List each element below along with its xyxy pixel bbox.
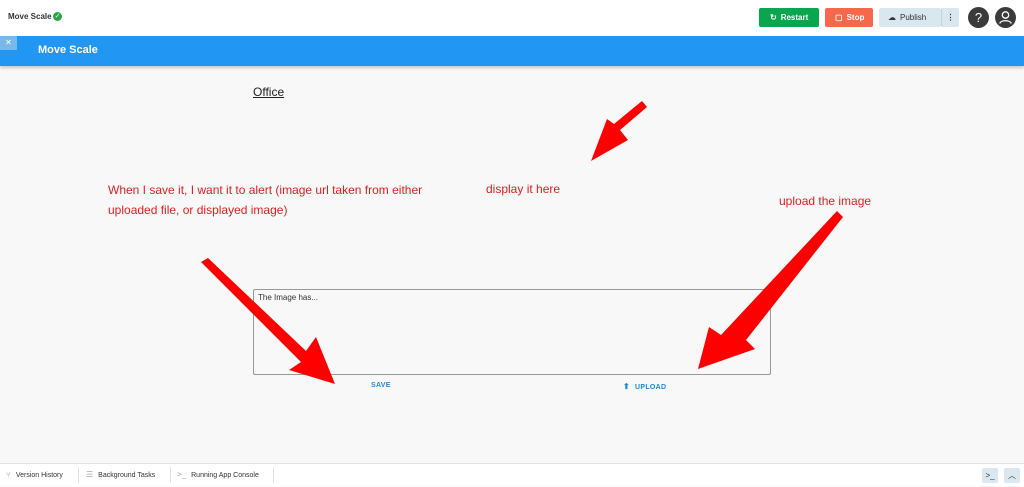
tab-divider (273, 467, 274, 483)
arrow-save (201, 258, 335, 384)
branch-icon: ⑂ (6, 470, 11, 479)
tab-version-history[interactable]: ⑂ Version History (6, 464, 63, 486)
tab-background-tasks-label: Background Tasks (98, 472, 156, 479)
tab-running-app-console[interactable]: >_ Running App Console (177, 464, 259, 486)
chevron-up-icon: ︿ (1008, 471, 1016, 480)
bottom-bar: ⑂ Version History ☰ Background Tasks >_ Run… (0, 463, 1024, 486)
annotation-arrows (201, 101, 843, 384)
expand-panel-button[interactable]: ︿ (1004, 468, 1020, 483)
arrow-display (591, 101, 647, 161)
console-icon: >_ (177, 470, 187, 479)
arrow-upload (698, 211, 843, 369)
tab-running-app-console-label: Running App Console (191, 472, 259, 479)
tasks-icon: ☰ (86, 470, 94, 479)
tab-divider (170, 467, 171, 483)
tab-divider (78, 467, 79, 483)
terminal-icon: >_ (985, 471, 995, 480)
terminal-button[interactable]: >_ (982, 468, 998, 483)
tab-version-history-label: Version History (15, 472, 63, 479)
tab-background-tasks[interactable]: ☰ Background Tasks (86, 464, 155, 486)
